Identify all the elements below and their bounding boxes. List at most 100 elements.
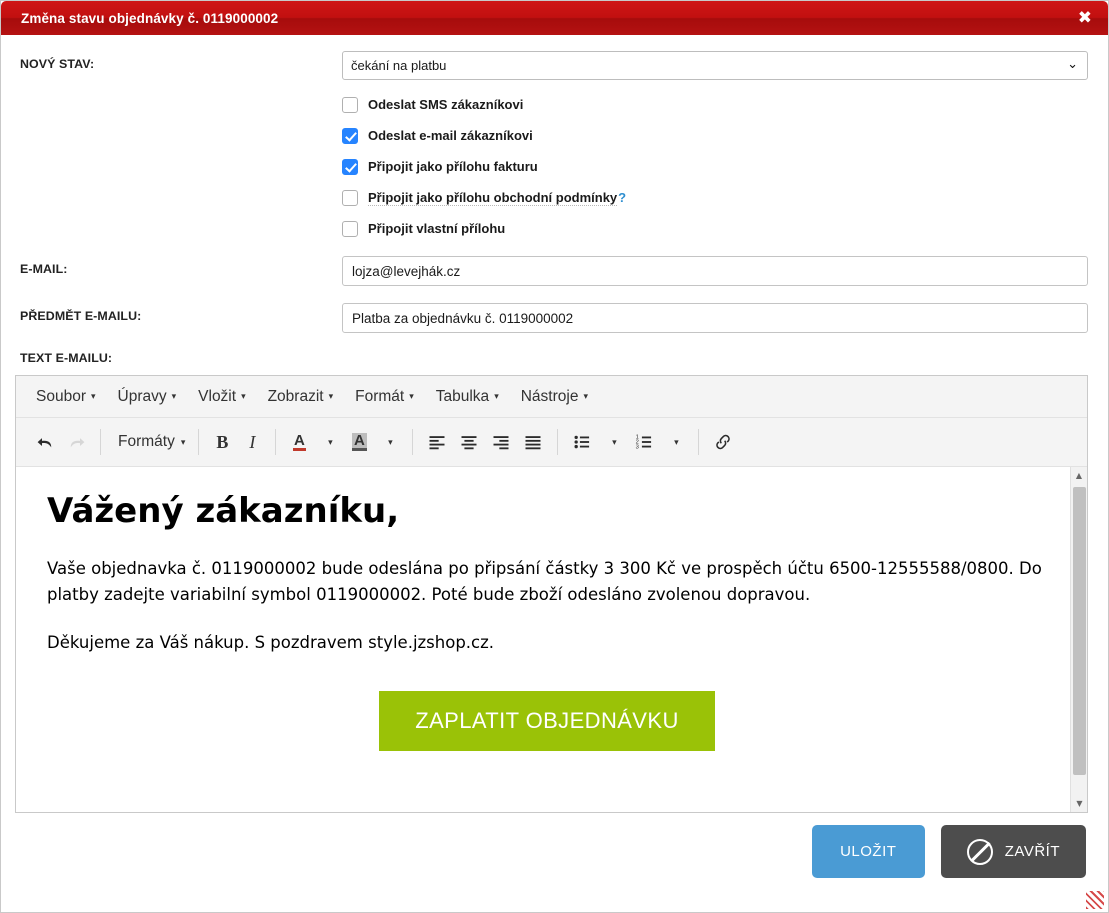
background-color-button[interactable]: A — [344, 426, 374, 458]
checkbox-label-invoice[interactable]: Připojit jako přílohu fakturu — [368, 159, 538, 174]
subject-label: PŘEDMĚT E-MAILU: — [20, 309, 142, 323]
align-left-icon[interactable] — [421, 426, 453, 458]
editor-toolbar: Formáty ▾ B I A ▾ A ▾ ▾ 1 2 3 ▾ — [16, 418, 1087, 467]
editor-content-area[interactable]: Vážený zákazníku, Vaše objednavka č. 011… — [16, 467, 1087, 812]
editor-menubar: Soubor ▾ Úpravy ▾ Vložit ▾ Zobrazit ▾ Formát… — [16, 376, 1087, 418]
background-color-icon: A — [351, 432, 367, 451]
align-center-icon[interactable] — [453, 426, 485, 458]
svg-text:3: 3 — [636, 445, 639, 451]
link-icon[interactable] — [707, 426, 739, 458]
dialog-footer: ULOŽIT ZAVŘÍT — [1, 813, 1108, 878]
menu-zobrazit[interactable]: Zobrazit ▾ — [259, 384, 343, 410]
help-icon[interactable]: ? — [618, 190, 626, 205]
chevron-down-icon: ▾ — [171, 390, 177, 401]
email-input[interactable] — [342, 256, 1088, 286]
bullet-list-icon[interactable] — [566, 426, 598, 458]
menu-tabulka[interactable]: Tabulka ▾ — [427, 384, 508, 410]
checkbox-row-terms[interactable]: Připojit jako přílohu obchodní podmínky … — [342, 182, 1108, 213]
toolbar-separator — [100, 429, 101, 455]
checkbox-terms[interactable] — [342, 189, 358, 206]
toolbar-separator — [412, 429, 414, 455]
close-button[interactable]: ZAVŘÍT — [940, 825, 1086, 878]
checkbox-row-custom[interactable]: Připojit vlastní přílohu — [342, 213, 1108, 244]
state-field: čekání na platbu ⌄ — [342, 51, 1108, 80]
field-row-text: TEXT E-MAILU: — [1, 351, 1108, 365]
redo-icon[interactable] — [61, 426, 92, 458]
field-row-email: E-MAIL: — [1, 256, 1108, 286]
chevron-down-icon: ▾ — [90, 390, 96, 401]
checkbox-label-terms[interactable]: Připojit jako přílohu obchodní podmínky — [368, 190, 618, 206]
mailtext-label: TEXT E-MAILU: — [20, 351, 113, 365]
background-color-dropdown[interactable]: ▾ — [374, 426, 404, 458]
checkbox-row-invoice[interactable]: Připojit jako přílohu fakturu — [342, 151, 1108, 182]
chevron-down-icon: ▾ — [388, 436, 393, 447]
bullet-list-dropdown[interactable]: ▾ — [598, 426, 628, 458]
save-button[interactable]: ULOŽIT — [811, 825, 925, 878]
menu-nastroje-label: Nástroje — [520, 387, 579, 405]
checkbox-row-email[interactable]: Odeslat e-mail zákazníkovi — [342, 120, 1108, 151]
checkbox-email[interactable] — [342, 127, 358, 144]
menu-nastroje[interactable]: Nástroje ▾ — [512, 384, 597, 410]
ban-icon — [966, 838, 993, 865]
state-select[interactable]: čekání na platbu — [342, 51, 1088, 80]
chevron-down-icon: ▾ — [180, 436, 186, 447]
toolbar-separator — [198, 429, 200, 455]
scrollbar-thumb[interactable] — [1073, 487, 1086, 775]
email-body[interactable]: Vážený zákazníku, Vaše objednavka č. 011… — [16, 467, 1087, 765]
scroll-up-icon[interactable]: ▲ — [1071, 467, 1087, 484]
rich-text-editor: Soubor ▾ Úpravy ▾ Vložit ▾ Zobrazit ▾ Formát… — [15, 375, 1088, 813]
email-heading: Vážený zákazníku, — [47, 491, 400, 531]
menu-tabulka-label: Tabulka — [435, 387, 490, 405]
checkbox-label-custom-attachment[interactable]: Připojit vlastní přílohu — [368, 221, 505, 236]
dialog-titlebar: Změna stavu objednávky č. 0119000002 ✖ — [1, 1, 1108, 35]
menu-vlozit-label: Vložit — [198, 387, 237, 405]
text-color-dropdown[interactable]: ▾ — [314, 426, 344, 458]
numbered-list-dropdown[interactable]: ▾ — [660, 426, 690, 458]
italic-icon: I — [249, 431, 256, 452]
pay-order-button[interactable]: ZAPLATIT OBJEDNÁVKU — [379, 691, 715, 752]
status-change-dialog: Změna stavu objednávky č. 0119000002 ✖ N… — [0, 0, 1109, 913]
dialog-body: NOVÝ STAV: čekání na platbu ⌄ Odeslat SM… — [1, 51, 1108, 878]
text-color-button[interactable]: A — [284, 426, 314, 458]
close-button-label: ZAVŘÍT — [1004, 843, 1060, 860]
align-justify-icon[interactable] — [517, 426, 549, 458]
email-paragraph-1: Vaše objednavka č. 0119000002 bude odesl… — [47, 559, 1042, 604]
menu-soubor[interactable]: Soubor ▾ — [27, 384, 105, 410]
formats-dropdown[interactable]: Formáty ▾ — [109, 426, 190, 458]
email-label: E-MAIL: — [20, 262, 68, 276]
checkbox-label-email[interactable]: Odeslat e-mail zákazníkovi — [368, 128, 533, 143]
subject-input[interactable] — [342, 303, 1088, 333]
formats-label: Formáty — [118, 433, 175, 450]
chevron-down-icon: ▾ — [328, 390, 334, 401]
menu-format[interactable]: Formát ▾ — [346, 384, 423, 410]
chevron-down-icon: ▾ — [494, 390, 499, 401]
save-button-label: ULOŽIT — [840, 843, 897, 860]
align-right-icon[interactable] — [485, 426, 517, 458]
numbered-list-icon[interactable]: 123 — [628, 426, 660, 458]
email-field-wrap — [342, 256, 1108, 286]
checkbox-custom-attachment[interactable] — [342, 220, 358, 237]
close-icon[interactable]: ✖ — [1074, 8, 1096, 29]
subject-field-wrap — [342, 303, 1108, 333]
state-label: NOVÝ STAV: — [20, 57, 95, 71]
resize-grip[interactable] — [1086, 891, 1104, 909]
checkbox-invoice[interactable] — [342, 158, 358, 175]
menu-soubor-label: Soubor — [36, 387, 86, 405]
menu-format-label: Formát — [355, 387, 405, 405]
pay-button-wrap: ZAPLATIT OBJEDNÁVKU — [47, 691, 1047, 752]
toolbar-separator — [698, 429, 700, 455]
checkbox-row-sms[interactable]: Odeslat SMS zákazníkovi — [342, 89, 1108, 120]
italic-button[interactable]: I — [237, 426, 267, 458]
editor-scrollbar[interactable]: ▲ ▼ — [1070, 467, 1087, 812]
checkbox-sms[interactable] — [342, 96, 358, 113]
menu-upravy[interactable]: Úpravy ▾ — [109, 384, 186, 410]
field-row-state: NOVÝ STAV: čekání na platbu ⌄ — [1, 51, 1108, 80]
dialog-title: Změna stavu objednávky č. 0119000002 — [21, 10, 279, 26]
menu-vlozit[interactable]: Vložit ▾ — [189, 384, 254, 410]
scroll-down-icon[interactable]: ▼ — [1071, 795, 1087, 812]
bold-button[interactable]: B — [207, 426, 237, 458]
undo-icon[interactable] — [30, 426, 61, 458]
toolbar-separator — [275, 429, 277, 455]
chevron-down-icon: ▾ — [241, 390, 246, 401]
checkbox-label-sms[interactable]: Odeslat SMS zákazníkovi — [368, 97, 523, 112]
